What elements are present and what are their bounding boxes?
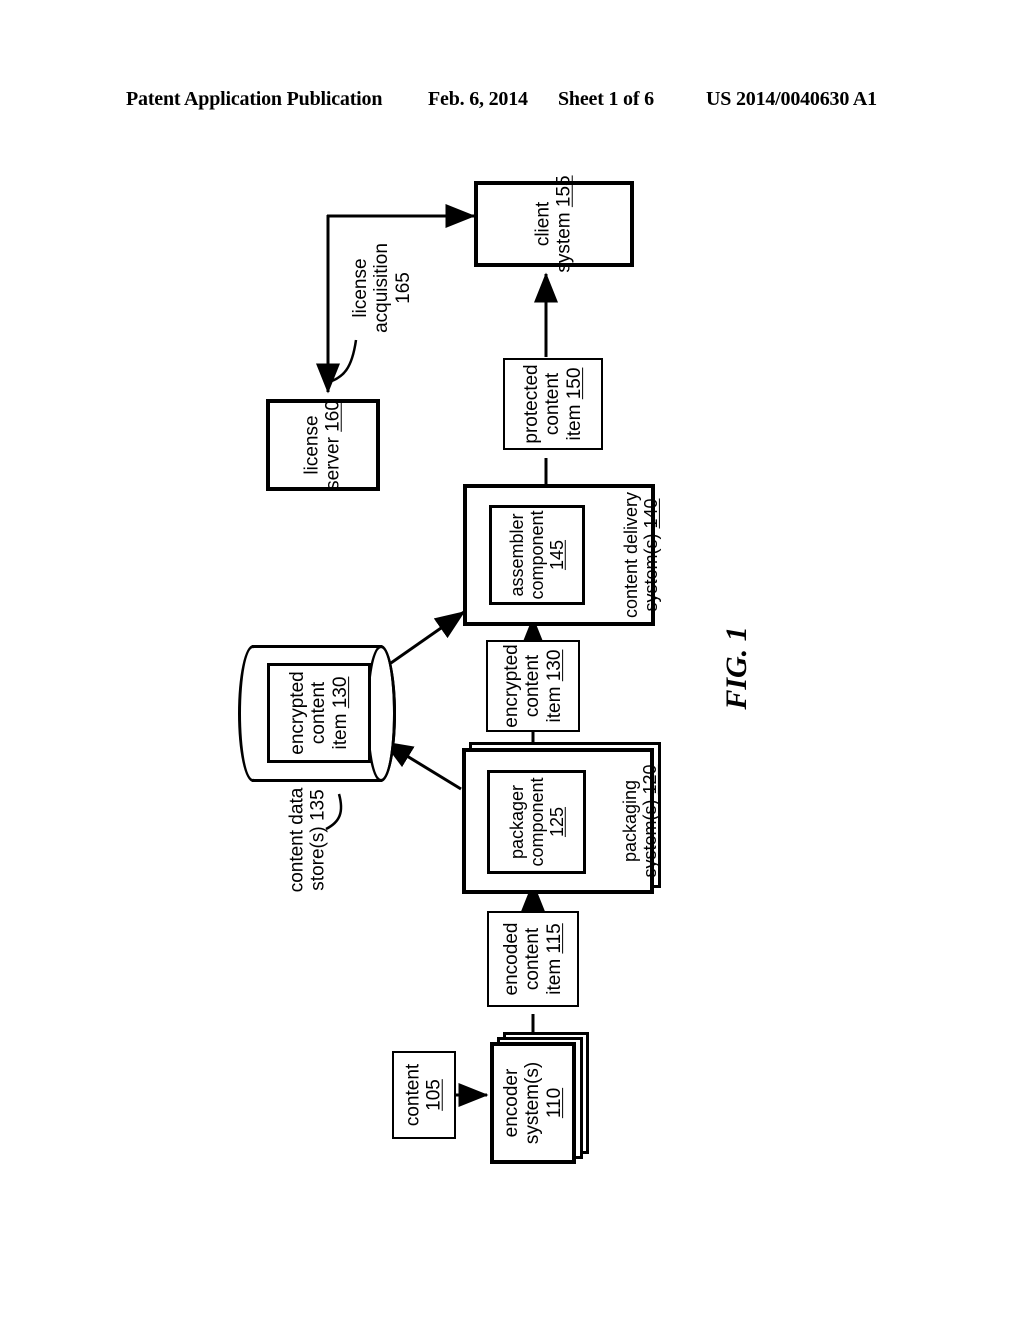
ref-145: 145 xyxy=(547,539,568,571)
ref-160: 160 xyxy=(323,400,344,432)
figure-label: FIG. 1 xyxy=(720,626,753,710)
encoder-systems-front: encoder system(s) 110 xyxy=(490,1042,576,1164)
node-assembler-component-label: assembler component 145 xyxy=(506,510,568,600)
node-license-server: license server 160 xyxy=(266,399,380,491)
label-content-data-store: content data store(s) 135 xyxy=(286,787,329,893)
node-encrypted-content-item-flow-label: encrypted content item 130 xyxy=(501,644,565,728)
node-content-delivery-systems-label: content delivery system(s) 140 xyxy=(620,491,661,619)
node-content-label: content 105 xyxy=(402,1063,445,1127)
cylinder-bottom-edge xyxy=(252,779,382,782)
node-license-server-label: license server 160 xyxy=(301,400,344,490)
ref-130-flow: 130 xyxy=(543,649,565,682)
node-content: content 105 xyxy=(392,1051,456,1139)
node-encrypted-content-item-flow: encrypted content item 130 xyxy=(486,640,580,732)
node-protected-content-item-label: protected content item 150 xyxy=(521,364,585,444)
node-encoded-content-item: encoded content item 115 xyxy=(487,911,579,1007)
ref-165: 165 xyxy=(392,272,414,304)
page-header: Patent Application Publication Feb. 6, 2… xyxy=(0,88,1024,118)
node-protected-content-item: protected content item 150 xyxy=(503,358,603,450)
node-encoder-systems-label: encoder system(s) 110 xyxy=(501,1061,565,1145)
header-sheet-text: Sheet 1 of 6 xyxy=(558,88,654,110)
ref-130-store: 130 xyxy=(329,676,351,709)
node-packager-component: packager component 125 xyxy=(487,770,586,874)
ref-110: 110 xyxy=(543,1087,565,1119)
header-date-text: Feb. 6, 2014 xyxy=(428,88,528,110)
node-assembler-component: assembler component 145 xyxy=(489,505,585,605)
node-client-system: client system 155 xyxy=(474,175,634,273)
ref-125: 125 xyxy=(546,806,567,838)
ref-150: 150 xyxy=(563,367,585,400)
node-encoded-content-item-label: encoded content item 115 xyxy=(501,922,565,996)
node-encrypted-content-item-stored-label: encrypted content item 130 xyxy=(287,671,351,755)
label-license-acquisition: license acquisition 165 xyxy=(350,243,414,333)
header-publication-text: Patent Application Publication xyxy=(126,88,383,110)
node-packaging-systems-label: packaging system(s) 120 xyxy=(619,764,660,878)
node-packager-component-label: packager component 125 xyxy=(506,777,567,867)
node-client-system-label: client system 155 xyxy=(532,175,575,273)
ref-120: 120 xyxy=(640,764,660,795)
patent-figure-page: Patent Application Publication Feb. 6, 2… xyxy=(0,0,1024,1320)
ref-115: 115 xyxy=(543,923,565,954)
cylinder-top-edge xyxy=(252,645,382,648)
ref-105: 105 xyxy=(424,1079,445,1111)
header-patent-number: US 2014/0040630 A1 xyxy=(706,88,877,110)
ref-140: 140 xyxy=(641,498,661,529)
node-encrypted-content-item-stored: encrypted content item 130 xyxy=(267,663,371,763)
ref-155: 155 xyxy=(554,175,575,208)
